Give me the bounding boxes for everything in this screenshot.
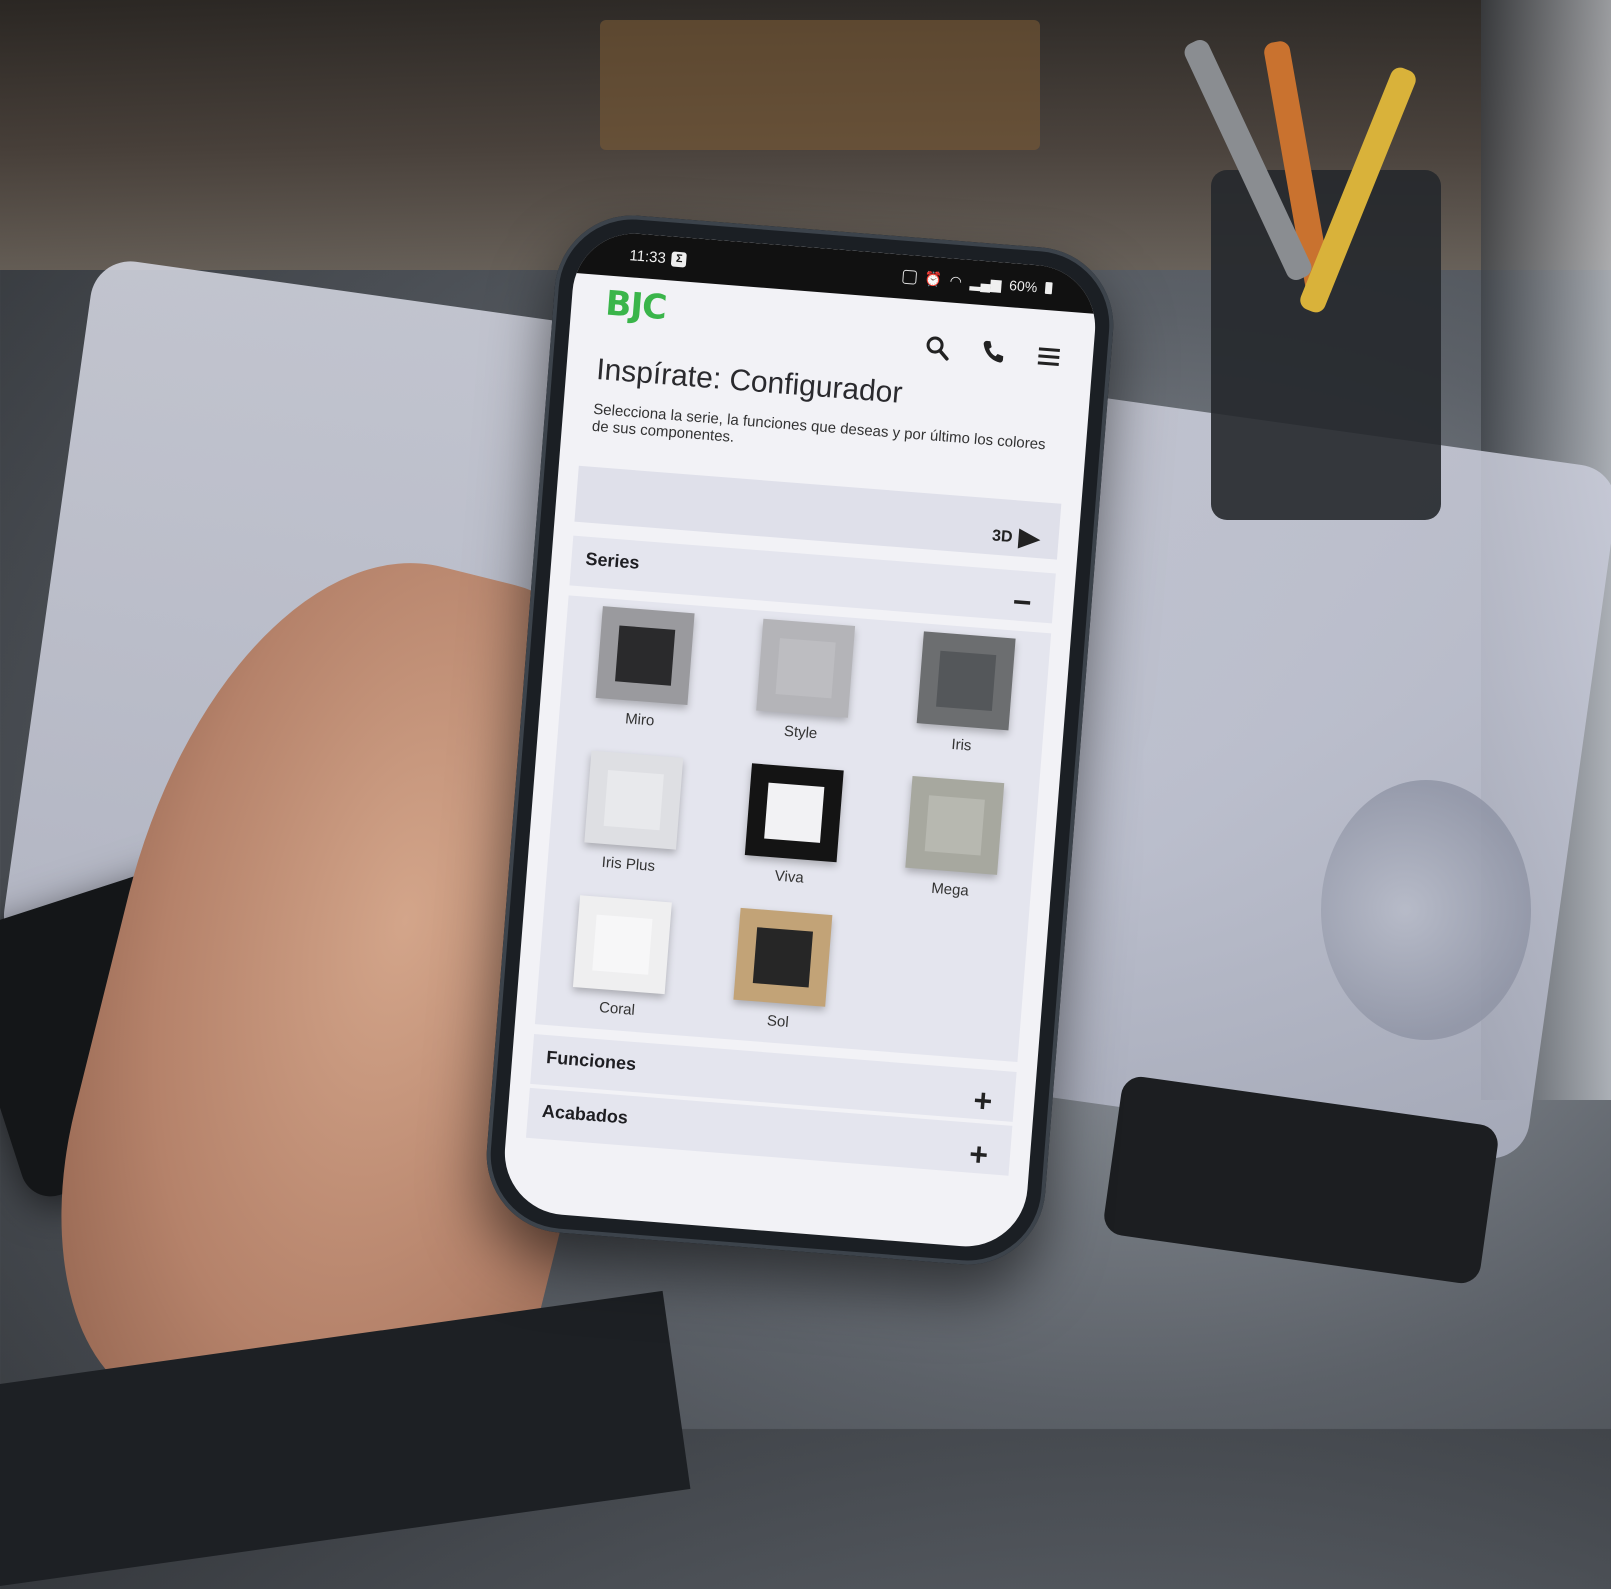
series-tile[interactable]: Iris Plus <box>547 748 717 879</box>
series-tile[interactable]: Viva <box>708 761 878 892</box>
series-thumbnail <box>595 606 695 706</box>
collapse-icon[interactable]: − <box>1011 583 1032 620</box>
switch-plate <box>603 770 664 831</box>
status-time: 11:33 <box>628 246 667 267</box>
notification-badge: Σ <box>671 250 688 268</box>
series-panel: Miro Style Iris Iris Plus Viva Mega Coral Sol <box>534 595 1052 1063</box>
series-thumbnail <box>905 775 1005 875</box>
expand-icon[interactable]: + <box>968 1136 989 1173</box>
series-thumbnail <box>756 618 856 718</box>
phone-screen: 11:33 Σ ⏰ ◠ ▂▄▆ 60% BJC Inspírate: Confi… <box>500 228 1100 1252</box>
switch-plate <box>591 914 653 975</box>
series-grid: Miro Style Iris Iris Plus Viva Mega Coral Sol <box>536 603 1051 1049</box>
series-thumbnail <box>572 895 672 995</box>
view-3d-button[interactable]: 3D <box>991 526 1042 551</box>
phone: 11:33 Σ ⏰ ◠ ▂▄▆ 60% BJC Inspírate: Confi… <box>480 209 1120 1271</box>
view-3d-label: 3D <box>991 527 1014 547</box>
series-tile[interactable]: Mega <box>869 773 1039 904</box>
wifi-icon: ◠ <box>949 271 963 289</box>
bjc-logo[interactable]: BJC <box>604 283 667 328</box>
phone-icon[interactable] <box>978 337 1008 367</box>
header-actions <box>922 333 1064 372</box>
search-icon[interactable] <box>922 333 952 363</box>
status-lock-icon <box>901 269 918 285</box>
section-funciones-label: Funciones <box>545 1047 637 1075</box>
series-tile-label: Style <box>783 722 818 743</box>
background-pencil-cup <box>1211 170 1441 520</box>
signal-icon: ▂▄▆ <box>969 273 1003 292</box>
series-tile[interactable]: Sol <box>697 905 867 1036</box>
alarm-icon: ⏰ <box>923 269 943 288</box>
switch-plate <box>752 927 813 988</box>
series-tile-label: Coral <box>598 999 636 1019</box>
series-tile[interactable]: Miro <box>559 603 729 734</box>
battery-icon <box>1044 281 1053 295</box>
series-tile-label: Miro <box>624 710 655 730</box>
menu-icon[interactable] <box>1034 341 1064 371</box>
series-thumbnail <box>744 763 844 863</box>
background-paper-roll <box>1321 780 1531 1040</box>
series-tile-label: Mega <box>930 879 970 900</box>
switch-plate <box>614 625 675 686</box>
series-tile[interactable]: Iris <box>880 629 1050 760</box>
series-tile[interactable]: Coral <box>536 892 706 1023</box>
series-tile-label: Sol <box>766 1012 790 1031</box>
page-description: Selecciona la serie, la funciones que de… <box>591 400 1047 454</box>
background-shelf-box <box>600 20 1040 150</box>
switch-plate <box>924 795 986 856</box>
series-thumbnail <box>583 750 683 850</box>
battery-percent: 60% <box>1008 277 1038 296</box>
series-tile-label: Iris Plus <box>601 853 656 875</box>
series-thumbnail <box>916 631 1016 731</box>
switch-plate <box>936 650 997 711</box>
expand-icon[interactable]: + <box>972 1082 993 1119</box>
section-acabados-label: Acabados <box>541 1100 629 1128</box>
section-series-label: Series <box>584 548 641 573</box>
series-tile[interactable]: Style <box>719 616 889 747</box>
switch-plate <box>775 638 836 699</box>
series-thumbnail <box>733 907 833 1007</box>
series-tile-label: Iris <box>950 735 973 755</box>
series-tile-label: Viva <box>774 867 805 887</box>
switch-plate <box>764 782 825 843</box>
arrow-right-icon <box>1017 528 1042 551</box>
